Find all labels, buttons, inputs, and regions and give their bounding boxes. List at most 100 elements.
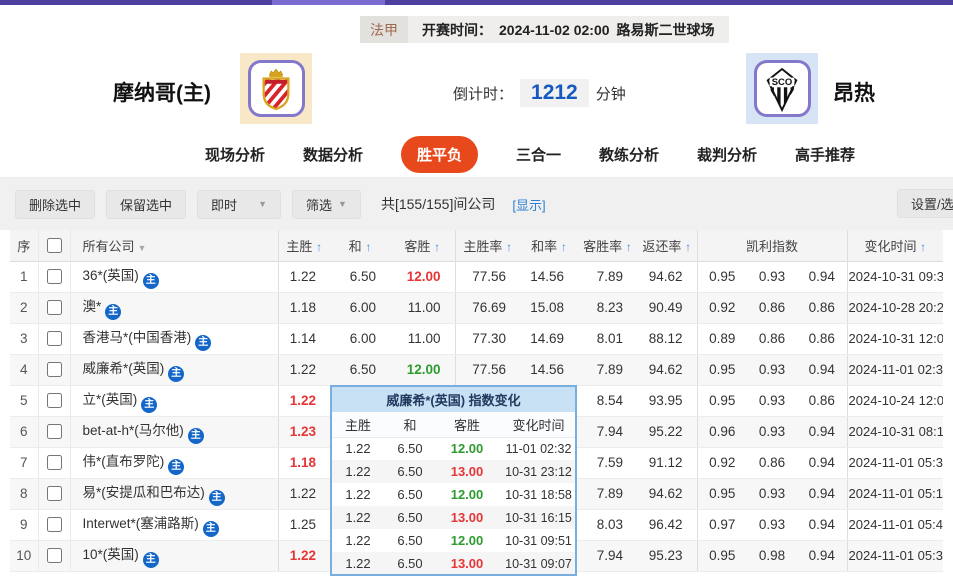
- row-checkbox[interactable]: [47, 517, 62, 532]
- company-cell[interactable]: 10*(英国)主: [70, 540, 278, 571]
- popup-row: 1.22 6.50 13.00 10-31 09:07: [332, 552, 577, 575]
- row-checkbox[interactable]: [47, 269, 62, 284]
- company-cell[interactable]: 威廉希*(英国)主: [70, 354, 278, 385]
- delete-selected-button[interactable]: 删除选中: [15, 190, 95, 219]
- company-cell[interactable]: 香港马*(中国香港)主: [70, 323, 278, 354]
- header-home-rate[interactable]: 主胜率 ↑: [455, 230, 520, 261]
- sort-asc-icon: ↑: [506, 240, 512, 254]
- sort-asc-icon: ↑: [685, 240, 691, 254]
- main-market-badge-icon: 主: [141, 397, 157, 413]
- draw-odds: 6.00: [330, 292, 390, 323]
- row-checkbox-cell: [38, 416, 70, 447]
- row-checkbox-cell: [38, 478, 70, 509]
- row-checkbox[interactable]: [47, 455, 62, 470]
- tab-expert-picks[interactable]: 高手推荐: [795, 144, 855, 165]
- tab-win-draw-lose[interactable]: 胜平负: [401, 136, 478, 173]
- filter-dropdown[interactable]: 筛选 ▼: [292, 190, 361, 219]
- top-accent-bar: [0, 0, 953, 5]
- return-rate: 94.62: [637, 261, 697, 292]
- header-home-odds[interactable]: 主胜 ↑: [278, 230, 330, 261]
- sort-asc-icon: ↑: [434, 240, 440, 254]
- table-row: 2 澳*主 1.18 6.00 11.00 76.69 15.08 8.23 9…: [10, 292, 943, 323]
- home-team-name: 摩纳哥(主): [113, 77, 211, 107]
- table-row: 4 威廉希*(英国)主 1.22 6.50 12.00 77.56 14.56 …: [10, 354, 943, 385]
- kelly-away: 0.94: [797, 416, 847, 447]
- header-company[interactable]: 所有公司▼: [70, 230, 278, 261]
- kelly-home: 0.96: [697, 416, 747, 447]
- popup-draw-odds: 6.50: [384, 483, 436, 506]
- main-market-badge-icon: 主: [168, 366, 184, 382]
- home-odds: 1.22: [278, 478, 330, 509]
- row-index: 4: [10, 354, 38, 385]
- tab-data-analysis[interactable]: 数据分析: [303, 144, 363, 165]
- tab-coach-analysis[interactable]: 教练分析: [599, 144, 659, 165]
- away-odds: 12.00: [390, 354, 455, 385]
- home-odds: 1.22: [278, 354, 330, 385]
- kelly-home: 0.97: [697, 509, 747, 540]
- header-change-time[interactable]: 变化时间 ↑: [847, 230, 943, 261]
- company-cell[interactable]: bet-at-h*(马尔他)主: [70, 416, 278, 447]
- kickoff-info: 开赛时间： 2024-11-02 02:00 路易斯二世球场: [408, 16, 729, 43]
- header-away-odds[interactable]: 客胜 ↑: [390, 230, 455, 261]
- away-rate: 8.23: [578, 292, 637, 323]
- header-index: 序: [10, 230, 38, 261]
- sort-asc-icon: ↑: [920, 240, 926, 254]
- row-checkbox[interactable]: [47, 548, 62, 563]
- row-checkbox[interactable]: [47, 362, 62, 377]
- kelly-home: 0.92: [697, 447, 747, 478]
- tab-live-analysis[interactable]: 现场分析: [205, 144, 265, 165]
- instant-odds-dropdown[interactable]: 即时 ▼: [197, 190, 281, 219]
- company-cell[interactable]: 澳*主: [70, 292, 278, 323]
- popup-change-time: 11-01 02:32: [498, 437, 577, 460]
- away-rate: 8.01: [578, 323, 637, 354]
- draw-rate: 14.69: [520, 323, 578, 354]
- header-draw-rate[interactable]: 和率 ↑: [520, 230, 578, 261]
- return-rate: 95.23: [637, 540, 697, 571]
- row-checkbox[interactable]: [47, 300, 62, 315]
- countdown-unit: 分钟: [596, 83, 626, 104]
- company-cell[interactable]: 易*(安提瓜和巴布达)主: [70, 478, 278, 509]
- kelly-draw: 0.86: [747, 323, 797, 354]
- away-rate: 8.03: [578, 509, 637, 540]
- company-cell[interactable]: 伟*(直布罗陀)主: [70, 447, 278, 478]
- venue: 路易斯二世球场: [617, 20, 715, 40]
- return-rate: 95.22: [637, 416, 697, 447]
- kelly-draw: 0.86: [747, 292, 797, 323]
- kelly-home: 0.92: [697, 292, 747, 323]
- keep-selected-button[interactable]: 保留选中: [106, 190, 186, 219]
- popup-header-home: 主胜: [332, 412, 384, 437]
- return-rate: 94.62: [637, 478, 697, 509]
- header-draw-odds[interactable]: 和 ↑: [330, 230, 390, 261]
- main-market-badge-icon: 主: [203, 521, 219, 537]
- row-checkbox-cell: [38, 385, 70, 416]
- settings-select-button[interactable]: 设置/选择: [897, 189, 953, 218]
- kelly-away: 0.94: [797, 509, 847, 540]
- away-rate: 8.54: [578, 385, 637, 416]
- kelly-home: 0.95: [697, 385, 747, 416]
- row-checkbox[interactable]: [47, 331, 62, 346]
- tab-three-in-one[interactable]: 三合一: [516, 144, 561, 165]
- tab-referee-analysis[interactable]: 裁判分析: [697, 144, 757, 165]
- company-cell[interactable]: Interwet*(塞浦路斯)主: [70, 509, 278, 540]
- main-market-badge-icon: 主: [195, 335, 211, 351]
- company-cell[interactable]: 36*(英国)主: [70, 261, 278, 292]
- popup-change-time: 10-31 18:58: [498, 483, 577, 506]
- league-badge: 法甲: [360, 16, 408, 43]
- row-checkbox[interactable]: [47, 393, 62, 408]
- header-away-rate[interactable]: 客胜率 ↑: [578, 230, 637, 261]
- popup-home-odds: 1.22: [332, 460, 384, 483]
- main-market-badge-icon: 主: [143, 273, 159, 289]
- main-market-badge-icon: 主: [143, 552, 159, 568]
- row-checkbox[interactable]: [47, 486, 62, 501]
- row-checkbox[interactable]: [47, 424, 62, 439]
- return-rate: 91.12: [637, 447, 697, 478]
- popup-header-away: 客胜: [436, 412, 498, 437]
- kelly-draw: 0.93: [747, 385, 797, 416]
- select-all-checkbox[interactable]: [47, 238, 62, 253]
- page: 法甲 开赛时间： 2024-11-02 02:00 路易斯二世球场 摩纳哥(主): [0, 0, 953, 576]
- popup-row: 1.22 6.50 12.00 10-31 18:58: [332, 483, 577, 506]
- row-index: 8: [10, 478, 38, 509]
- show-link[interactable]: [显示]: [512, 195, 545, 214]
- company-cell[interactable]: 立*(英国)主: [70, 385, 278, 416]
- header-return-rate[interactable]: 返还率 ↑: [637, 230, 697, 261]
